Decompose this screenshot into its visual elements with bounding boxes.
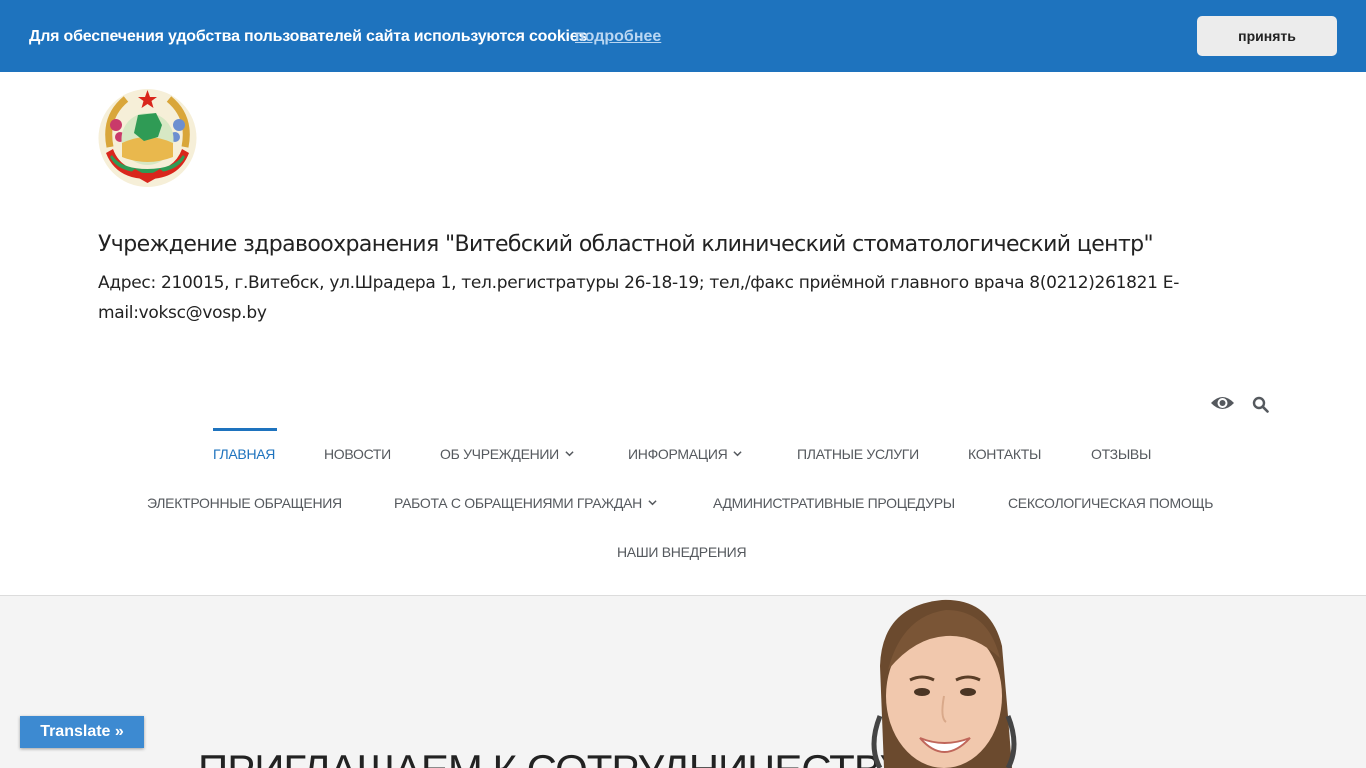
nav-item-innovations[interactable]: Наши внедрения [617,544,747,560]
chevron-down-icon [648,500,657,506]
org-address: Адрес: 210015, г.Витебск, ул.Шрадера 1, … [98,273,1180,323]
nav-item-about[interactable]: Об учреждении [440,446,574,462]
cookie-bar: Для обеспечения удобства пользователей с… [0,0,1366,72]
nav-item-home[interactable]: Главная [213,446,275,462]
chevron-down-icon [565,451,574,457]
search-icon[interactable] [1252,396,1269,413]
nav-item-citizen-appeals[interactable]: Работа с обращениями граждан [394,495,657,511]
nav-item-paid-services[interactable]: Платные услуги [797,446,919,462]
nav-item-information[interactable]: Информация [628,446,743,462]
cookie-message: Для обеспечения удобства пользователей с… [29,28,588,45]
nav-item-citizen-appeals-label: Работа с обращениями граждан [394,495,642,511]
nav-item-sexology[interactable]: Сексологическая помощь [1008,495,1214,511]
nav-item-contacts[interactable]: Контакты [968,446,1041,462]
nav-item-news[interactable]: Новости [324,446,391,462]
cookie-accept-button[interactable]: принять [1197,16,1337,56]
nav-item-admin-procedures[interactable]: Административные процедуры [713,495,955,511]
nav-active-indicator [213,428,277,431]
cookie-more-link[interactable]: подробнее [575,28,661,46]
hero-title: Приглашаем к сотрудничеству [198,746,906,768]
org-title: Учреждение здравоохранения "Витебский об… [98,232,1154,257]
nav-item-information-label: Информация [628,446,728,462]
nav-item-reviews[interactable]: Отзывы [1091,446,1151,462]
hero-banner: Приглашаем к сотрудничеству [0,596,1366,768]
translate-button[interactable]: Translate » [20,716,144,748]
main-nav-row-2: Электронные обращения Работа с обращения… [0,495,1366,515]
chevron-down-icon [733,451,743,457]
main-nav-row-3: Наши внедрения [0,544,1366,564]
doctor-photo [871,599,1017,768]
nav-item-electronic-appeals[interactable]: Электронные обращения [147,495,342,511]
coat-of-arms-icon [98,89,197,187]
nav-item-about-label: Об учреждении [440,446,559,462]
eye-icon[interactable] [1210,393,1235,413]
main-nav-row-1: Главная Новости Об учреждении Информация… [0,446,1366,466]
